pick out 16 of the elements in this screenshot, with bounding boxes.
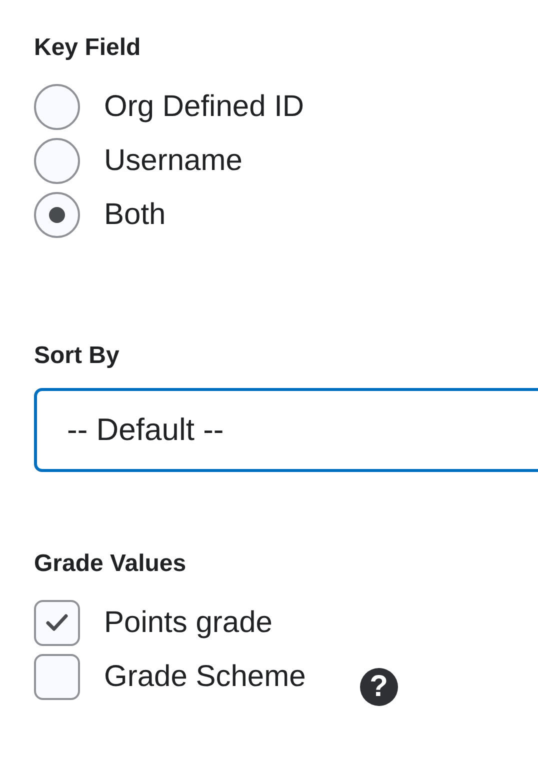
help-button[interactable]: ?	[360, 668, 398, 706]
radio-button[interactable]	[34, 192, 80, 238]
section-heading: Key Field	[34, 34, 141, 62]
checkbox-label: Points grade	[104, 606, 272, 640]
section-heading: Grade Values	[34, 550, 186, 578]
radio-label: Org Defined ID	[104, 90, 304, 124]
checkmark-icon	[45, 613, 69, 633]
section-heading: Sort By	[34, 342, 120, 370]
checkbox[interactable]	[34, 600, 80, 646]
radio-label: Both	[104, 198, 166, 232]
radio-button[interactable]	[34, 84, 80, 130]
sort-dropdown[interactable]: -- Default --	[34, 388, 538, 472]
checkbox[interactable]	[34, 654, 80, 700]
radio-label: Username	[104, 144, 242, 178]
checkbox-label: Grade Scheme	[104, 660, 306, 694]
radio-button[interactable]	[34, 138, 80, 184]
